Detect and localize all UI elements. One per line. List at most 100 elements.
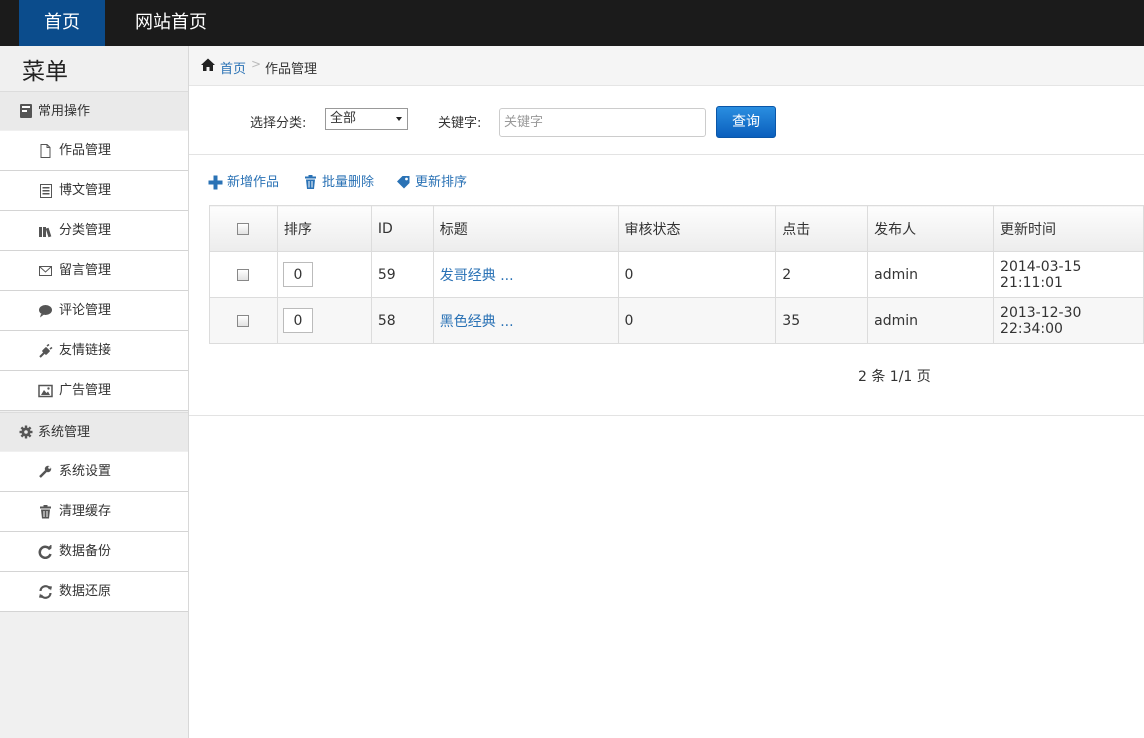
- plug-icon: [39, 344, 53, 358]
- sidebar-item-categories[interactable]: 分类管理: [0, 211, 188, 251]
- updated-cell: 2013-12-30 22:34:00: [993, 297, 1144, 344]
- sidebar-item-label: 分类管理: [59, 223, 112, 238]
- sidebar-item-label: 留言管理: [59, 263, 112, 278]
- sidebar-item-friend-links[interactable]: 友情链接: [0, 331, 188, 371]
- row-checkbox[interactable]: [237, 268, 250, 281]
- books-icon: [39, 227, 52, 238]
- clicks-cell: 2: [775, 251, 869, 298]
- batch-delete-button[interactable]: 批量删除: [303, 172, 374, 194]
- status-cell: 0: [617, 251, 777, 298]
- title-cell: 发哥经典 ...: [432, 251, 619, 298]
- caret-down-icon: [396, 117, 402, 121]
- select-all-cell: [209, 205, 278, 252]
- sort-order-input[interactable]: [282, 308, 313, 333]
- group-common-operations[interactable]: 常用操作: [0, 91, 188, 130]
- title-link[interactable]: 黑色经典 ...: [440, 314, 514, 330]
- update-sort-label: 更新排序: [415, 175, 468, 190]
- id-cell: 58: [370, 297, 434, 344]
- nav-site-home[interactable]: 网站首页: [122, 0, 220, 46]
- column-header-updated: 更新时间: [993, 205, 1144, 252]
- home-icon: [201, 58, 215, 71]
- sidebar-item-system-settings[interactable]: 系统设置: [0, 452, 188, 492]
- sidebar: 菜单 常用操作 作品管理 博文管理 分类管理 留言管理 评论管理 友情链接 广告…: [0, 46, 189, 738]
- picture-icon: [38, 384, 53, 398]
- sort-order-input[interactable]: [282, 262, 313, 287]
- filter-bar: 选择分类: 全部 关键字: 查询: [189, 86, 1144, 155]
- sidebar-item-data-restore[interactable]: 数据还原: [0, 572, 188, 612]
- sidebar-item-works[interactable]: 作品管理: [0, 131, 188, 171]
- column-header-id: ID: [370, 205, 434, 252]
- trash-icon: [40, 505, 51, 519]
- breadcrumb-separator: >: [251, 57, 262, 71]
- id-cell: 59: [370, 251, 434, 298]
- sidebar-item-label: 友情链接: [59, 343, 112, 358]
- sidebar-item-label: 评论管理: [59, 303, 112, 318]
- title-cell: 黑色经典 ...: [432, 297, 619, 344]
- row-checkbox[interactable]: [237, 314, 250, 327]
- sidebar-item-comments[interactable]: 评论管理: [0, 291, 188, 331]
- breadcrumb-home-link[interactable]: 首页: [220, 58, 246, 77]
- refresh-icon: [39, 585, 52, 599]
- trash-icon: [305, 175, 316, 189]
- column-header-author: 发布人: [867, 205, 995, 252]
- row-select-cell: [209, 297, 278, 344]
- author-cell: admin: [867, 297, 995, 344]
- envelope-icon: [39, 266, 52, 276]
- row-select-cell: [209, 251, 278, 298]
- add-work-button[interactable]: 新增作品: [208, 172, 279, 194]
- column-header-sort: 排序: [276, 205, 372, 252]
- search-button[interactable]: 查询: [716, 106, 776, 138]
- file-icon: [40, 144, 51, 158]
- category-select[interactable]: 全部: [325, 108, 408, 130]
- update-sort-button[interactable]: 更新排序: [396, 172, 467, 194]
- title-link[interactable]: 发哥经典 ...: [440, 268, 514, 284]
- wrench-icon: [39, 465, 52, 478]
- tag-icon: [397, 176, 410, 189]
- author-cell: admin: [867, 251, 995, 298]
- table-row: 58 黑色经典 ... 0 35 admin 2013-12-30 22:34:…: [209, 297, 1144, 344]
- keyword-input[interactable]: [499, 108, 706, 137]
- nav-home[interactable]: 首页: [19, 0, 105, 46]
- sidebar-item-messages[interactable]: 留言管理: [0, 251, 188, 291]
- status-cell: 0: [617, 297, 777, 344]
- sidebar-item-label: 系统设置: [59, 464, 112, 479]
- sidebar-item-clear-cache[interactable]: 清理缓存: [0, 492, 188, 532]
- breadcrumb-current: 作品管理: [265, 62, 318, 77]
- gear-icon: [19, 425, 33, 439]
- plus-icon: [208, 175, 223, 190]
- group-system-management[interactable]: 系统管理: [0, 412, 188, 451]
- sort-cell: [276, 251, 372, 298]
- column-header-status: 审核状态: [617, 205, 777, 252]
- works-table: 排序 ID 标题 审核状态 点击 发布人 更新时间 59 发哥经典 ... 0 …: [209, 205, 1144, 344]
- sidebar-item-label: 博文管理: [59, 183, 112, 198]
- updated-cell: 2014-03-15 21:11:01: [993, 251, 1144, 298]
- category-label: 选择分类:: [250, 116, 307, 131]
- add-work-label: 新增作品: [227, 175, 280, 190]
- pagination-info: 2 条 1/1 页: [858, 369, 931, 385]
- select-all-checkbox[interactable]: [237, 222, 250, 235]
- divider: [189, 415, 1144, 416]
- sidebar-title: 菜单: [22, 59, 68, 85]
- group-label: 常用操作: [38, 104, 91, 119]
- sidebar-item-label: 广告管理: [59, 383, 112, 398]
- sidebar-item-label: 数据还原: [59, 584, 112, 599]
- sidebar-item-blog[interactable]: 博文管理: [0, 171, 188, 211]
- column-header-title: 标题: [432, 205, 619, 252]
- keyword-label: 关键字:: [438, 116, 482, 131]
- backup-icon: [38, 545, 52, 559]
- table-row: 59 发哥经典 ... 0 2 admin 2014-03-15 21:11:0…: [209, 251, 1144, 298]
- sidebar-item-data-backup[interactable]: 数据备份: [0, 532, 188, 572]
- sidebar-item-label: 清理缓存: [59, 504, 112, 519]
- breadcrumb: 首页 > 作品管理: [189, 46, 1144, 86]
- comment-icon: [39, 305, 52, 318]
- table-header-row: 排序 ID 标题 审核状态 点击 发布人 更新时间: [209, 205, 1144, 252]
- sidebar-item-ads[interactable]: 广告管理: [0, 371, 188, 411]
- sidebar-item-label: 作品管理: [59, 143, 112, 158]
- sidebar-item-label: 数据备份: [59, 544, 112, 559]
- document-icon: [40, 184, 52, 198]
- book-icon: [20, 104, 32, 118]
- batch-delete-label: 批量删除: [322, 175, 375, 190]
- group-label: 系统管理: [38, 425, 91, 440]
- clicks-cell: 35: [775, 297, 869, 344]
- sort-cell: [276, 297, 372, 344]
